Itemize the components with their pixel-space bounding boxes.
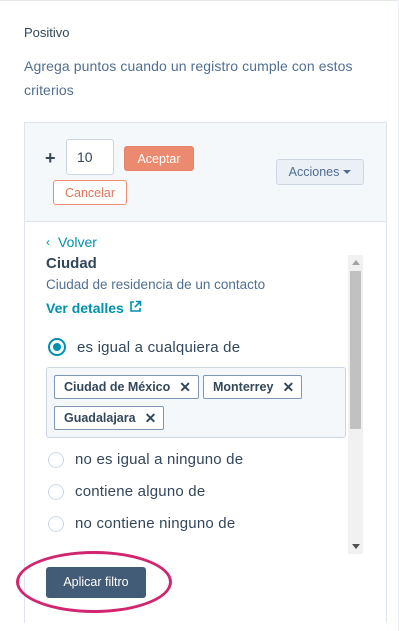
option-label: contiene alguno de <box>75 483 206 500</box>
plus-icon: + <box>45 148 56 168</box>
caret-down-icon <box>343 170 352 174</box>
radio-unselected[interactable] <box>48 515 64 532</box>
scroll-up-arrow-icon[interactable] <box>352 260 360 265</box>
value-chip: Ciudad de México ✕ <box>54 375 200 399</box>
scroll-thumb[interactable] <box>350 271 361 429</box>
view-details-link[interactable]: Ver detalles <box>46 300 142 316</box>
selected-values-field[interactable]: Ciudad de México ✕ Monterrey ✕ Guadalaja… <box>46 367 346 438</box>
back-label: Volver <box>58 234 97 250</box>
property-description: Ciudad de residencia de un contacto <box>46 277 266 292</box>
scroll-down-arrow-icon[interactable] <box>352 544 360 549</box>
remove-chip-icon[interactable]: ✕ <box>179 380 191 394</box>
points-input[interactable] <box>66 139 114 175</box>
option-label: es igual a cualquiera de <box>77 338 241 356</box>
option-not-equals-any[interactable]: no es igual a ninguno de <box>48 451 243 468</box>
value-chip: Guadalajara ✕ <box>54 406 165 430</box>
top-divider <box>0 0 399 1</box>
options-scrollbar[interactable] <box>348 255 363 554</box>
scroll-fade <box>46 543 346 557</box>
back-link[interactable]: ‹ Volver <box>46 234 97 250</box>
radio-selected[interactable] <box>48 338 66 356</box>
apply-filter-button[interactable]: Aplicar filtro <box>46 567 146 598</box>
option-contains-any[interactable]: contiene alguno de <box>48 483 205 500</box>
external-link-icon <box>129 300 142 316</box>
chevron-left-icon: ‹ <box>46 235 50 249</box>
option-not-contains-any[interactable]: no contiene ninguno de <box>48 515 235 532</box>
points-editor: + Aceptar Cancelar Acciones <box>25 123 386 222</box>
chip-label: Ciudad de México <box>64 380 171 394</box>
section-title: Positivo <box>24 25 70 40</box>
radio-unselected[interactable] <box>48 451 64 468</box>
option-equals-any[interactable]: es igual a cualquiera de <box>48 338 240 356</box>
section-description: Agrega puntos cuando un registro cumple … <box>24 58 353 98</box>
chip-label: Guadalajara <box>64 411 136 425</box>
remove-chip-icon[interactable]: ✕ <box>282 380 294 394</box>
actions-label: Acciones <box>288 165 340 179</box>
cancel-button[interactable]: Cancelar <box>53 180 127 205</box>
view-details-label: Ver detalles <box>46 300 124 316</box>
property-name: Ciudad <box>46 255 97 272</box>
value-chip: Monterrey ✕ <box>203 375 303 399</box>
radio-unselected[interactable] <box>48 483 64 500</box>
chip-label: Monterrey <box>213 380 274 394</box>
option-label: no es igual a ninguno de <box>75 451 244 468</box>
criteria-panel: + Aceptar Cancelar Acciones ‹ Volver Ciu… <box>24 122 387 623</box>
remove-chip-icon[interactable]: ✕ <box>145 411 157 425</box>
option-label: no contiene ninguno de <box>75 515 236 532</box>
actions-dropdown-button[interactable]: Acciones <box>276 159 364 185</box>
accept-button[interactable]: Aceptar <box>124 146 194 171</box>
